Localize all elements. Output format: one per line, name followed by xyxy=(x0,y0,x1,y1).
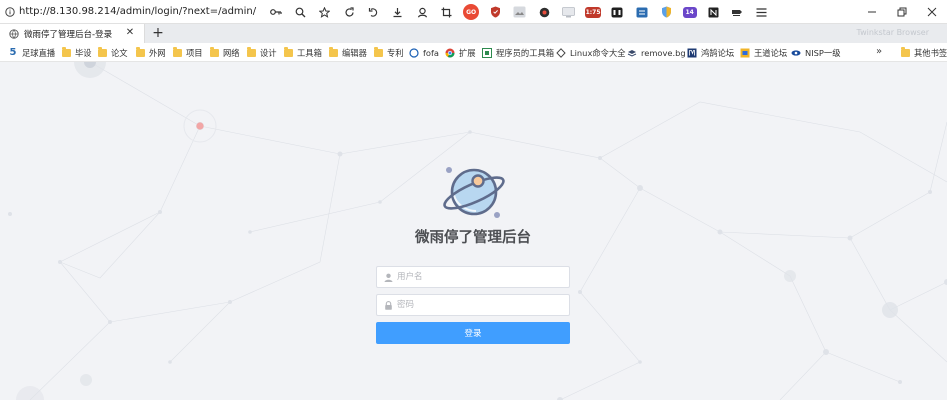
username-field[interactable] xyxy=(376,266,570,288)
shield-icon[interactable] xyxy=(488,4,504,20)
game-icon[interactable] xyxy=(609,4,625,20)
chevron-right-icon[interactable]: » xyxy=(876,46,882,57)
bookmark-folder[interactable]: 工具箱 xyxy=(283,46,322,59)
bookmark-folder-other[interactable]: 其他书签 xyxy=(900,46,947,59)
window-controls xyxy=(857,0,947,24)
tab-title: 微雨停了管理后台-登录 xyxy=(24,29,113,40)
bookmark-item[interactable]: NISP一级 xyxy=(791,46,841,59)
screen-icon[interactable] xyxy=(561,4,577,20)
key-icon[interactable] xyxy=(268,4,284,20)
planet-logo-icon xyxy=(443,167,505,218)
user-icon[interactable] xyxy=(414,4,430,20)
crop-icon[interactable] xyxy=(439,4,455,20)
password-field[interactable] xyxy=(376,294,570,316)
menu-icon[interactable] xyxy=(754,4,770,20)
bookmark-item[interactable]: 王道论坛 xyxy=(740,46,787,59)
folder-icon xyxy=(283,46,293,58)
bookmark-folder[interactable]: 设计 xyxy=(246,46,277,59)
bookmark-folder[interactable]: 编辑器 xyxy=(328,46,367,59)
image-icon[interactable] xyxy=(512,4,528,20)
folder-icon xyxy=(328,46,338,58)
bookmark-item[interactable]: 程序员的工具箱 xyxy=(482,46,554,59)
folder-icon xyxy=(900,46,910,58)
nisp-icon xyxy=(791,48,801,58)
address-bar: http://8.130.98.214/admin/login/?next=/a… xyxy=(0,0,947,24)
login-button[interactable]: 登录 xyxy=(376,322,570,344)
folder-icon xyxy=(209,46,219,58)
bookmark-item[interactable]: Linux命令大全 xyxy=(556,46,626,59)
bookmark-item[interactable]: 扩展 xyxy=(445,46,476,59)
notion-icon[interactable] xyxy=(705,4,721,20)
bookmark-folder[interactable]: 网络 xyxy=(209,46,240,59)
bookmark-folder[interactable]: 项目 xyxy=(172,46,203,59)
sync-icon[interactable] xyxy=(634,4,650,20)
folder-icon xyxy=(135,46,145,58)
bookmarks-bar: 5 足球直播 毕设 论文 外网 项目 网络 设计 工具箱 编辑器 专利 fofa … xyxy=(0,43,947,62)
username-input[interactable] xyxy=(397,268,557,286)
globe-icon xyxy=(9,28,19,39)
browser-brand: Twinkstar Browser xyxy=(856,28,930,37)
info-icon[interactable] xyxy=(5,6,15,17)
folder-icon xyxy=(246,46,256,58)
tab-strip: 微雨停了管理后台-登录 ✕ + Twinkstar Browser xyxy=(0,24,947,43)
download-icon[interactable] xyxy=(390,4,406,20)
5-icon: 5 xyxy=(9,47,17,58)
bookmark-item[interactable]: 5 足球直播 xyxy=(8,46,56,59)
linux-icon xyxy=(556,47,566,58)
folder-icon xyxy=(172,46,182,58)
close-icon[interactable] xyxy=(917,0,947,24)
minimize-icon[interactable] xyxy=(857,0,887,24)
folder-icon xyxy=(97,46,107,58)
extension-icon[interactable] xyxy=(729,4,745,20)
shield-icon[interactable] xyxy=(658,4,674,20)
folder-icon xyxy=(61,46,71,58)
extension-icon[interactable]: 1:75 xyxy=(585,6,602,18)
chrome-icon xyxy=(445,48,455,58)
toolbar-icons: GO 1:75 14 xyxy=(268,0,778,24)
tab-close-icon[interactable]: ✕ xyxy=(124,27,136,39)
bookmark-folder[interactable]: 论文 xyxy=(97,46,128,59)
user-icon xyxy=(383,272,393,282)
bookmark-item[interactable]: fofa xyxy=(409,46,439,59)
login-page: 微雨停了管理后台 登录 xyxy=(0,62,947,400)
bookmark-item[interactable]: 鸿鹄论坛 xyxy=(687,46,734,59)
bookmark-item[interactable]: remove.bg xyxy=(627,46,686,59)
url-text[interactable]: http://8.130.98.214/admin/login/?next=/a… xyxy=(19,6,256,17)
tab-active[interactable]: 微雨停了管理后台-登录 ✕ xyxy=(0,24,145,43)
record-icon[interactable] xyxy=(536,4,552,20)
restore-icon[interactable] xyxy=(887,0,917,24)
zoom-icon[interactable] xyxy=(292,4,308,20)
toolbox-icon xyxy=(482,47,492,58)
new-tab-icon[interactable]: + xyxy=(150,25,166,41)
extension-icon[interactable]: 14 xyxy=(682,6,697,18)
bookmark-folder[interactable]: 毕设 xyxy=(61,46,92,59)
forum-icon xyxy=(740,48,750,58)
bookmark-folder[interactable]: 外网 xyxy=(135,46,166,59)
lock-icon xyxy=(383,300,393,310)
extension-icon[interactable]: GO xyxy=(463,4,480,20)
page-title: 微雨停了管理后台 xyxy=(415,230,531,246)
star-icon[interactable] xyxy=(317,4,333,20)
password-input[interactable] xyxy=(397,296,557,314)
bookmark-folder[interactable]: 专利 xyxy=(373,46,404,59)
removebg-icon xyxy=(627,48,637,58)
fofa-icon xyxy=(409,47,419,58)
folder-icon xyxy=(373,46,383,58)
forum-icon xyxy=(687,48,697,58)
refresh-icon[interactable] xyxy=(341,4,357,20)
undo-icon[interactable] xyxy=(366,4,382,20)
